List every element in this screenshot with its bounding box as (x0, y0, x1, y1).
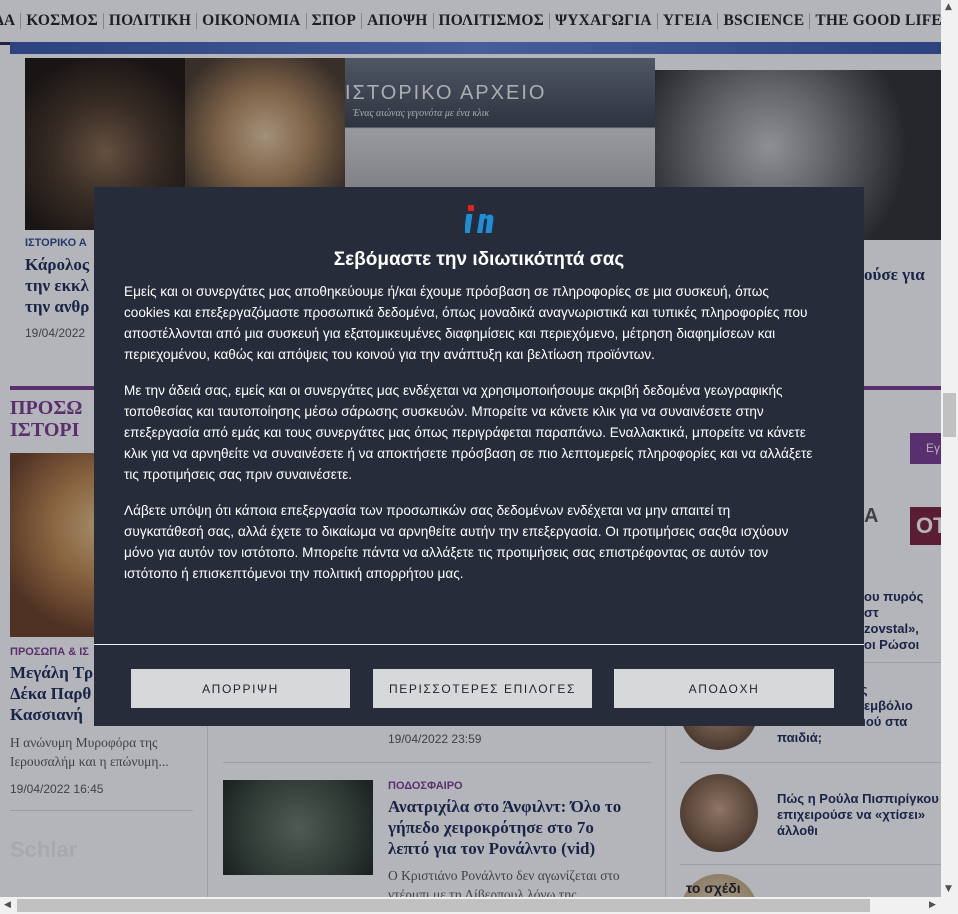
consent-line: περιεχομένου, καθώς και απόψεις του κοιν… (124, 347, 655, 362)
vertical-scrollbar[interactable] (941, 0, 958, 897)
vertical-scroll-thumb[interactable] (943, 393, 956, 437)
dialog-divider (94, 644, 864, 645)
consent-line: μόνο για αυτόν τον ιστότοπο. Μπορείτε πά… (124, 545, 769, 560)
accept-button[interactable]: ΑΠΟΔΟΧΗ (614, 669, 834, 708)
consent-line: κλικ για να αρνηθείτε να συναινέσετε ή ν… (124, 446, 813, 461)
consent-line: Λάβετε υπόψη ότι κάποια επεξεργασία των … (124, 503, 731, 518)
consent-title: Σεβόμαστε την ιδιωτικότητά σας (333, 249, 625, 270)
horizontal-scroll-thumb[interactable] (17, 899, 870, 912)
consent-line: Εμείς και οι συνεργάτες μας αποθηκεύουμε… (124, 284, 769, 299)
more-options-button[interactable]: ΠΕΡΙΣΣΟΤΕΡΕΣ ΕΠΙΛΟΓΕΣ (373, 669, 592, 708)
consent-line: συγκατάθεσή σας, αλλά έχετε το δικαίωμα … (124, 524, 789, 539)
consent-line: Με την άδειά σας, εμείς και οι συνεργάτε… (124, 383, 783, 398)
consent-paragraph-3: Λάβετε υπόψη ότι κάποια επεξεργασία των … (124, 500, 838, 584)
consent-paragraph-2: Με την άδειά σας, εμείς και οι συνεργάτε… (124, 380, 838, 485)
reject-button[interactable]: ΑΠΟΡΡΙΨΗ (131, 669, 350, 708)
consent-line: αποστέλλονται από μια συσκευή για εξατομ… (124, 326, 776, 341)
consent-line: ιστότοπο ή επισκεπτόμενοι την πολιτική α… (124, 566, 464, 581)
in-logo-icon (465, 205, 494, 233)
scroll-left-icon[interactable]: ◀ (4, 900, 11, 910)
consent-line: cookies και επεξεργαζόμαστε προσωπικά δε… (124, 305, 808, 320)
scroll-right-icon[interactable]: ▶ (929, 900, 936, 910)
consent-paragraph-1: Εμείς και οι συνεργάτες μας αποθηκεύουμε… (124, 281, 838, 365)
consent-line: τοποθεσίας και ταυτοποίησης μέσω σάρωσης… (124, 404, 764, 419)
scroll-down-icon[interactable]: ▼ (945, 884, 952, 894)
scroll-up-icon[interactable]: ▲ (945, 2, 952, 12)
consent-line: τις προτιμήσεις σας πριν συναινέσετε. (124, 467, 353, 482)
consent-line: επεξεργασία από εμάς και τους συνεργάτες… (124, 425, 806, 440)
